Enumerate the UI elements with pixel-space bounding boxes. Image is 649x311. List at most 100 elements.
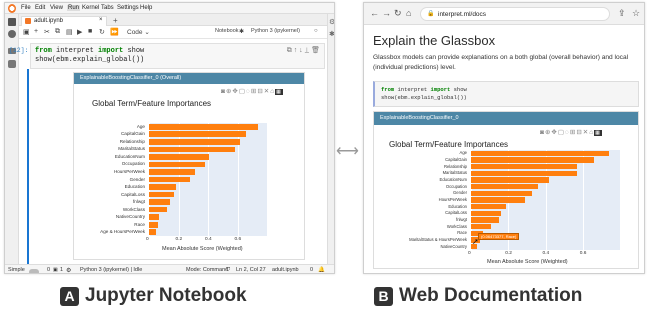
folder-icon[interactable]: [8, 18, 16, 26]
bar[interactable]: [149, 169, 195, 175]
bar[interactable]: [149, 176, 191, 183]
running-icon[interactable]: [8, 30, 16, 38]
restart-icon[interactable]: ↻: [99, 28, 105, 36]
bell-icon[interactable]: 🔔: [318, 267, 325, 273]
bar[interactable]: [471, 150, 609, 156]
reload-icon[interactable]: ↻: [394, 8, 402, 19]
cell-type-select[interactable]: Code ⌄: [127, 28, 150, 36]
menu-tabs[interactable]: Tabs: [101, 5, 114, 11]
bar[interactable]: [149, 146, 235, 153]
kernel-status[interactable]: Python 3 (ipykernel) | Idle: [80, 267, 142, 273]
kernel-name[interactable]: Python 3 (ipykernel): [251, 28, 300, 34]
bug-toolbar-icon[interactable]: ✱: [239, 28, 244, 35]
kw-from: from: [381, 86, 395, 93]
bar[interactable]: [149, 191, 175, 198]
category-label: Relationship: [443, 163, 467, 169]
category-label: fnlwgt: [456, 217, 467, 222]
gridline: [582, 150, 584, 250]
bug-icon[interactable]: ✱: [329, 30, 334, 38]
paste-icon[interactable]: ▤: [66, 28, 73, 36]
plotly-logo-icon[interactable]: ▦: [594, 130, 602, 136]
bar[interactable]: [471, 190, 533, 196]
category-label: Gender: [453, 190, 467, 196]
category-label: CapitalLoss: [445, 210, 467, 216]
menu-help[interactable]: Help: [140, 5, 152, 11]
bookmark-icon[interactable]: ☆: [632, 8, 640, 19]
plotly-logo-icon[interactable]: ▦: [275, 89, 283, 95]
delete-cell-icon[interactable]: 🗑: [311, 47, 320, 54]
kw-import: import: [98, 47, 124, 55]
browser-window: ← → ↻ ⌂ 🔒 interpret.ml/docs ⇪ ☆ Explain …: [363, 2, 645, 274]
caption-b-text: Web Documentation: [399, 285, 583, 306]
back-icon[interactable]: ←: [370, 8, 379, 18]
insert-cell-icon[interactable]: ⊥: [305, 47, 310, 54]
bar[interactable]: [149, 138, 241, 145]
new-tab-icon[interactable]: +: [113, 16, 118, 25]
save-icon[interactable]: ▣: [23, 28, 30, 36]
cell-prompt: [12]:: [9, 47, 29, 54]
file-name: adult.ipynb: [272, 267, 299, 273]
bar[interactable]: [149, 184, 176, 190]
cut-icon[interactable]: ✂: [44, 28, 50, 36]
menu-file[interactable]: File: [21, 5, 31, 11]
move-down-icon[interactable]: ↓: [299, 47, 303, 54]
x-axis-label: Mean Absolute Score (Weighted): [487, 259, 568, 265]
kernel-settings-icon[interactable]: ⚙: [66, 267, 71, 273]
menu-kernel[interactable]: Kernel: [82, 5, 99, 11]
duplicate-cell-icon[interactable]: ⧉: [287, 47, 292, 54]
page-paragraph: Glassbox models can provide explanations…: [373, 54, 629, 71]
kw-from: from: [35, 47, 52, 55]
right-sidebar: ⚙ ✱: [327, 14, 334, 264]
shield-icon: ⛉: [226, 267, 231, 273]
bar[interactable]: [149, 221, 158, 228]
home-icon[interactable]: ⌂: [406, 8, 411, 18]
bar[interactable]: [471, 170, 578, 176]
bar[interactable]: [149, 214, 160, 221]
select-icon[interactable]: ▢: [239, 88, 246, 95]
bar[interactable]: [471, 184, 539, 190]
bar[interactable]: [149, 123, 259, 130]
bar[interactable]: [149, 154, 210, 160]
add-cell-icon[interactable]: +: [34, 28, 38, 35]
menu-edit[interactable]: Edit: [35, 5, 45, 11]
bar[interactable]: [471, 157, 594, 163]
extensions-icon[interactable]: [8, 60, 16, 68]
bar[interactable]: [149, 161, 206, 168]
move-up-icon[interactable]: ↑: [294, 47, 298, 54]
browser-toolbar: ← → ↻ ⌂ 🔒 interpret.ml/docs ⇪ ☆: [364, 3, 644, 25]
bar[interactable]: [471, 217, 499, 223]
bar[interactable]: [471, 224, 492, 230]
category-label: Age: [459, 150, 467, 156]
stop-icon[interactable]: ■: [88, 28, 92, 35]
menu-settings[interactable]: Settings: [117, 5, 139, 11]
forward-icon[interactable]: →: [382, 8, 391, 18]
close-tab-icon[interactable]: ×: [99, 17, 103, 23]
bar[interactable]: [149, 131, 247, 138]
menu-run[interactable]: Run: [67, 5, 81, 11]
fast-forward-icon[interactable]: ⏩: [110, 28, 119, 36]
bar[interactable]: [471, 197, 525, 203]
bar[interactable]: [149, 206, 167, 213]
page-heading: Explain the Glassbox: [373, 33, 496, 48]
bar[interactable]: [149, 199, 170, 205]
bar[interactable]: [471, 177, 550, 183]
card-header[interactable]: ExplainableBoostingClassifier_0: [374, 112, 638, 125]
card-header[interactable]: ExplainableBoostingClassifier_0 (Overall…: [74, 73, 304, 84]
category-label: Relationship: [119, 138, 145, 144]
bar[interactable]: [149, 229, 157, 236]
select-icon[interactable]: ▢: [558, 129, 565, 136]
kernel-status-icon: ○: [314, 28, 318, 34]
run-icon[interactable]: ▶: [77, 28, 82, 36]
tab-notebook[interactable]: adult.ipynb ×: [21, 16, 107, 26]
bar[interactable]: [471, 210, 501, 216]
bar[interactable]: [471, 204, 507, 210]
bar[interactable]: [471, 164, 578, 170]
address-bar[interactable]: 🔒 interpret.ml/docs: [420, 7, 610, 21]
code-cell[interactable]: [12]: from interpret import show show(eb…: [9, 43, 325, 69]
copy-icon[interactable]: ⧉: [55, 28, 60, 36]
gear-icon[interactable]: ⚙: [329, 18, 334, 26]
plot-modebar: ◙⊕✥▢◌⊞⊟✕⌂▦: [540, 128, 602, 136]
menu-view[interactable]: View: [50, 5, 63, 11]
share-icon[interactable]: ⇪: [618, 8, 626, 19]
caption-a: A Jupyter Notebook: [60, 283, 247, 309]
